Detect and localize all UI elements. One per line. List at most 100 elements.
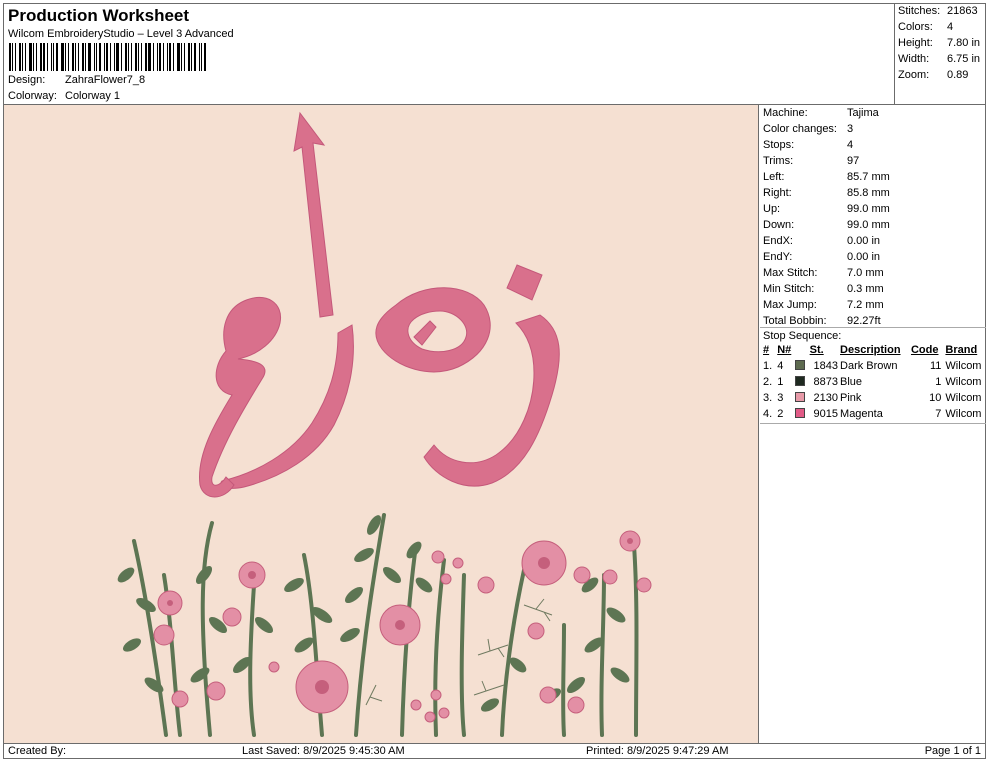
table-row: 2. 1 8873 Blue 1 Wilcom: [760, 374, 986, 390]
header: Production Worksheet Wilcom EmbroiderySt…: [4, 4, 894, 104]
row-stitches: 8873: [813, 376, 839, 388]
endx-row: EndX: 0.00 in: [763, 235, 880, 247]
row-stitches: 9015: [813, 408, 839, 420]
min-stitch-value: 0.3 mm: [847, 283, 884, 295]
colors-stat: Colors: 4: [898, 21, 953, 33]
row-code: 11: [930, 360, 942, 372]
trims-value: 97: [847, 155, 860, 167]
row-index: 2.: [763, 376, 773, 388]
stop-sequence-bottom-divider: [760, 423, 986, 424]
page-number: Page 1 of 1: [924, 745, 981, 757]
row-stitches: 2130: [813, 392, 839, 404]
left-value: 85.7 mm: [847, 171, 890, 183]
stops-row: Stops: 4: [763, 139, 853, 151]
endy-label: EndY:: [763, 251, 793, 263]
endy-row: EndY: 0.00 in: [763, 251, 880, 263]
table-row: 4. 2 9015 Magenta 7 Wilcom: [760, 406, 986, 422]
min-stitch-label: Min Stitch:: [763, 283, 815, 295]
color-swatch: [795, 408, 806, 418]
stop-sequence-table: # N# St. Description Code Brand 1. 4 184…: [760, 343, 986, 422]
machine-row: Machine: Tajima: [763, 107, 879, 119]
left-row: Left: 85.7 mm: [763, 171, 890, 183]
col-description: Description: [840, 343, 901, 356]
total-bobbin-label: Total Bobbin:: [763, 315, 827, 327]
up-label: Up:: [763, 203, 781, 215]
row-brand: Wilcom: [945, 360, 982, 372]
max-stitch-row: Max Stitch: 7.0 mm: [763, 267, 884, 279]
zoom-value: 0.89: [947, 69, 969, 81]
max-jump-row: Max Jump: 7.2 mm: [763, 299, 884, 311]
printed-date: Printed: 8/9/2025 9:47:29 AM: [586, 745, 729, 757]
max-jump-label: Max Jump:: [763, 299, 817, 311]
machine-value: Tajima: [847, 107, 879, 119]
table-row: 3. 3 2130 Pink 10 Wilcom: [760, 390, 986, 406]
row-needle: 1: [777, 376, 784, 388]
last-saved: Last Saved: 8/9/2025 9:45:30 AM: [242, 745, 405, 757]
color-swatch: [795, 360, 806, 370]
height-value: 7.80 in: [947, 37, 981, 49]
design-preview: [4, 105, 759, 743]
max-jump-value: 7.2 mm: [847, 299, 884, 311]
right-row: Right: 85.8 mm: [763, 187, 890, 199]
max-stitch-label: Max Stitch:: [763, 267, 818, 279]
stops-value: 4: [847, 139, 854, 151]
stops-label: Stops:: [763, 139, 795, 151]
colors-label: Colors:: [898, 21, 933, 33]
row-index: 4.: [763, 408, 773, 420]
down-value: 99.0 mm: [847, 219, 890, 231]
colors-value: 4: [947, 21, 954, 33]
max-stitch-value: 7.0 mm: [847, 267, 884, 279]
barcode: [9, 43, 209, 71]
stitches-stat: Stitches: 21863: [898, 5, 978, 17]
created-by: Created By:: [8, 745, 67, 757]
color-changes-value: 3: [847, 123, 854, 135]
colorway-label: Colorway:: [8, 90, 57, 102]
endx-label: EndX:: [763, 235, 793, 247]
software-subtitle: Wilcom EmbroideryStudio – Level 3 Advanc…: [8, 28, 234, 40]
up-value: 99.0 mm: [847, 203, 890, 215]
row-code: 10: [929, 392, 942, 404]
stitches-label: Stitches:: [898, 5, 941, 17]
width-value: 6.75 in: [947, 53, 981, 65]
design-label: Design:: [8, 74, 46, 86]
row-index: 3.: [763, 392, 773, 404]
endx-value: 0.00 in: [847, 235, 881, 247]
stop-sequence-header: # N# St. Description Code Brand: [760, 343, 986, 358]
color-changes-label: Color changes:: [763, 123, 837, 135]
trims-row: Trims: 97: [763, 155, 859, 167]
down-label: Down:: [763, 219, 795, 231]
stop-sequence-divider: [760, 327, 986, 328]
summary-stats: Stitches: 21863 Colors: 4 Height: 7.80 in W…: [894, 4, 986, 104]
total-bobbin-row: Total Bobbin: 92.27ft: [763, 315, 881, 327]
right-label: Right:: [763, 187, 792, 199]
page-title: Production Worksheet: [8, 6, 190, 25]
row-brand: Wilcom: [945, 376, 982, 388]
machine-label: Machine:: [763, 107, 808, 119]
row-description: Blue: [840, 376, 863, 388]
color-swatch: [795, 376, 806, 386]
row-index: 1.: [763, 360, 773, 372]
machine-info-panel: Machine: Tajima Color changes: 3 Stops: 4 T…: [760, 105, 986, 743]
row-needle: 4: [777, 360, 784, 372]
stop-sequence-title: Stop Sequence:: [763, 330, 842, 342]
height-label: Height:: [898, 37, 933, 49]
embroidery-artwork: [4, 105, 758, 743]
col-stitches: St.: [809, 343, 824, 356]
color-swatch: [795, 392, 806, 402]
footer: Created By: Last Saved: 8/9/2025 9:45:30…: [4, 744, 985, 758]
row-description: Dark Brown: [840, 360, 898, 372]
height-stat: Height: 7.80 in: [898, 37, 980, 49]
row-description: Pink: [840, 392, 862, 404]
row-stitches: 1843: [813, 360, 839, 372]
color-changes-row: Color changes: 3: [763, 123, 853, 135]
row-needle: 3: [777, 392, 784, 404]
col-brand: Brand: [945, 343, 978, 356]
table-row: 1. 4 1843 Dark Brown 11 Wilcom: [760, 358, 986, 374]
trims-label: Trims:: [763, 155, 794, 167]
col-swatch: [795, 343, 809, 358]
design-value: ZahraFlower7_8: [65, 74, 146, 86]
right-value: 85.8 mm: [847, 187, 890, 199]
width-label: Width:: [898, 53, 930, 65]
design-row: Design: ZahraFlower7_8: [8, 74, 145, 86]
worksheet: Production Worksheet Wilcom EmbroiderySt…: [3, 3, 986, 759]
